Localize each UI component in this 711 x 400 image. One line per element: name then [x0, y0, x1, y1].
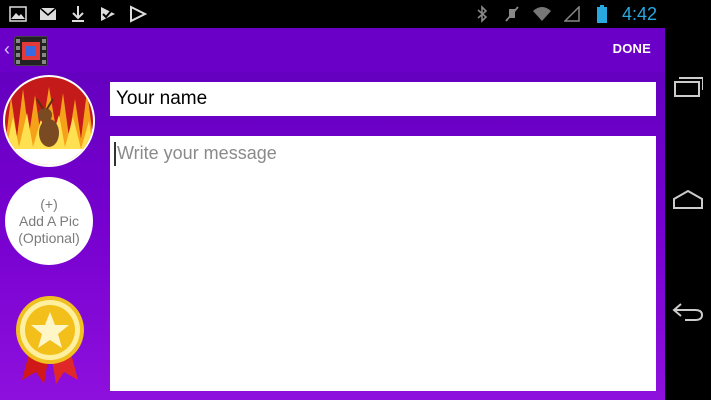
compose-content: (+) Add A Pic (Optional) Your name Write… [0, 72, 665, 400]
bluetooth-icon [472, 4, 492, 24]
download-icon [68, 4, 88, 24]
message-input[interactable]: Write your message [110, 136, 656, 391]
signal-icon [562, 4, 582, 24]
wifi-icon [532, 4, 552, 24]
status-bar: 4:42 [0, 0, 665, 28]
award-medal-icon[interactable] [14, 294, 86, 384]
up-navigation-icon[interactable]: ‹ [4, 38, 10, 60]
navigation-bar [665, 0, 711, 400]
home-button[interactable] [671, 184, 705, 214]
message-placeholder: Write your message [117, 142, 277, 163]
home-icon [673, 189, 703, 209]
add-pic-label: Add A Pic [19, 212, 79, 229]
done-button[interactable]: DONE [613, 41, 651, 56]
recipient-avatar[interactable] [5, 77, 93, 165]
recent-apps-icon [674, 77, 703, 97]
name-input[interactable]: Your name [110, 82, 656, 116]
recent-apps-button[interactable] [671, 72, 705, 102]
reindeer-fire-illustration [5, 77, 93, 165]
notification-icons [8, 4, 148, 24]
mute-icon [502, 4, 522, 24]
image-icon [8, 4, 28, 24]
app-logo[interactable] [14, 36, 48, 66]
add-pic-optional: (Optional) [18, 229, 80, 246]
clock-time: 4:42 [621, 4, 657, 24]
add-picture-button[interactable]: (+) Add A Pic (Optional) [5, 177, 93, 265]
back-arrow-icon [672, 303, 704, 321]
text-cursor [114, 142, 116, 166]
task-icon [98, 4, 118, 24]
add-pic-plus: (+) [40, 195, 58, 212]
mail-icon [38, 4, 58, 24]
system-icons: 4:42 [472, 4, 657, 24]
play-store-icon [128, 4, 148, 24]
app-bar: ‹ DONE [0, 28, 665, 72]
battery-icon [592, 4, 612, 24]
back-button[interactable] [671, 296, 705, 326]
